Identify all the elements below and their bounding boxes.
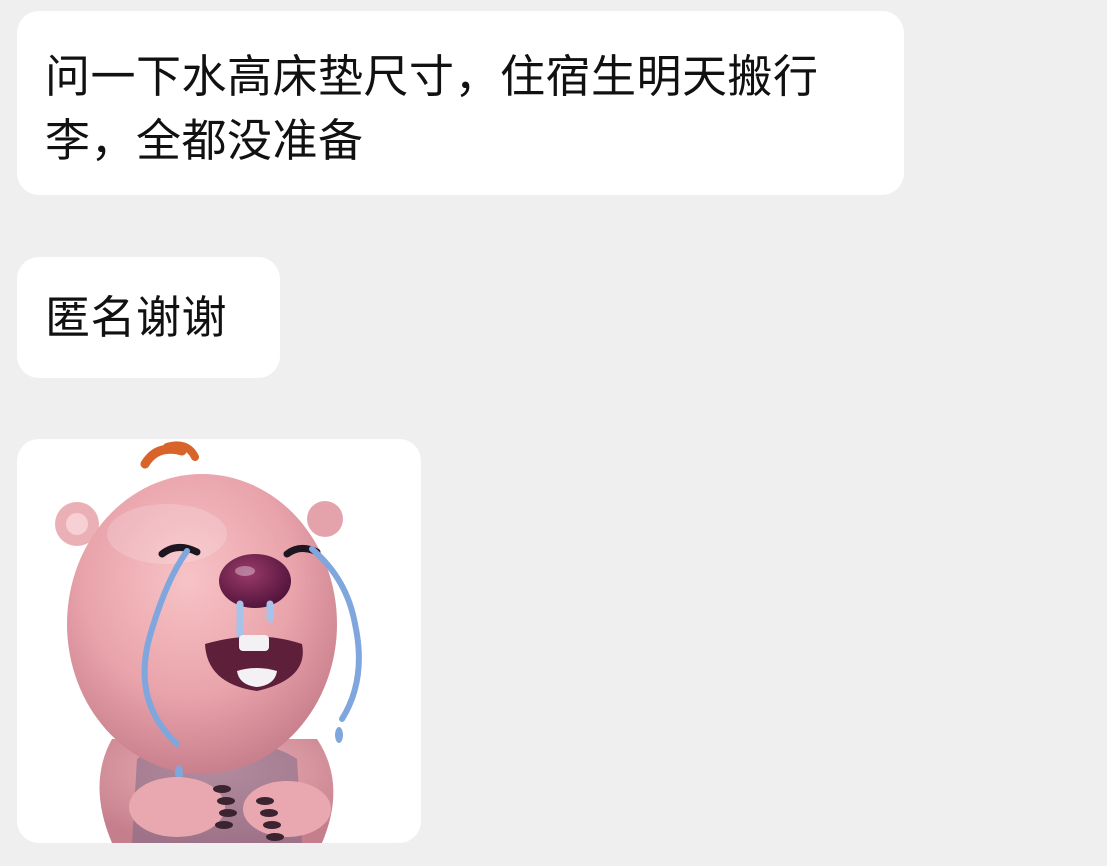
message-bubble[interactable]: 匿名谢谢 [17,257,280,378]
chat-conversation: 问一下水高床垫尺寸，住宿生明天搬行李，全都没准备 匿名谢谢 [0,0,1107,866]
message-bubble[interactable]: 问一下水高床垫尺寸，住宿生明天搬行李，全都没准备 [17,11,904,195]
crying-beaver-sticker-icon [55,441,362,843]
message-text: 问一下水高床垫尺寸，住宿生明天搬行李，全都没准备 [45,50,819,167]
message-text: 匿名谢谢 [45,291,228,344]
sticker-message[interactable] [17,439,421,843]
